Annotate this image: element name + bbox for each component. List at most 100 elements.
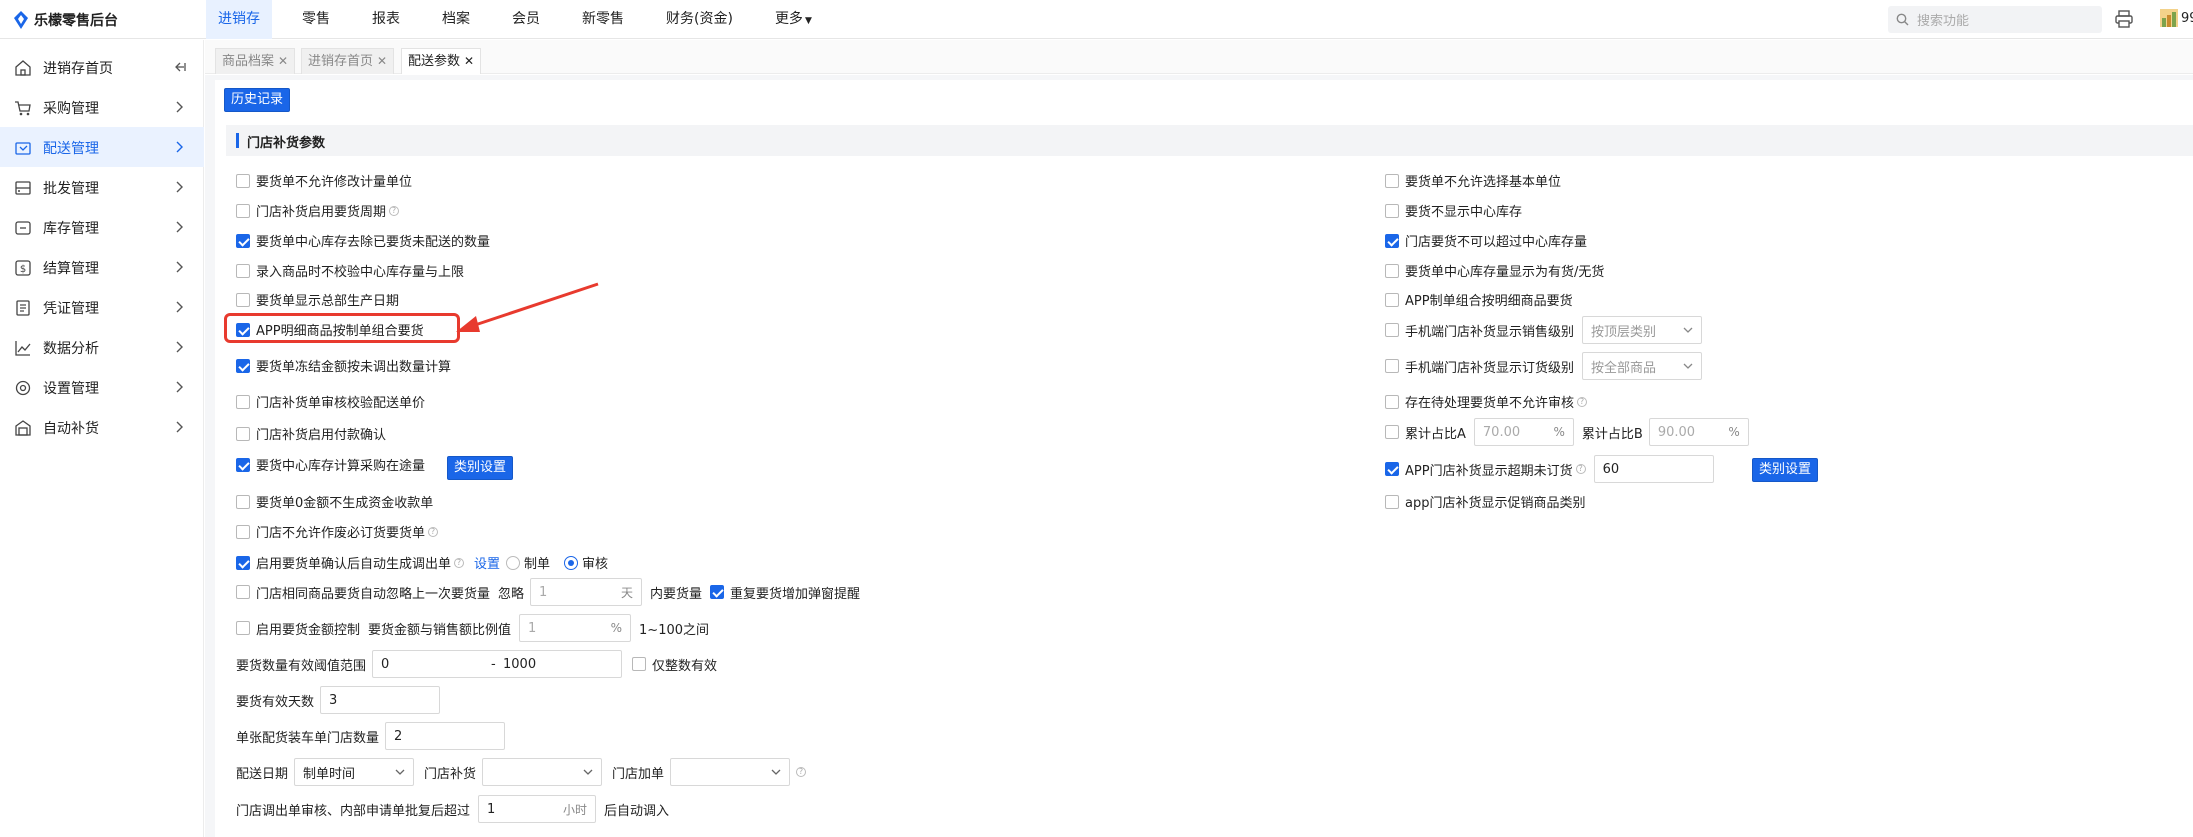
checkbox[interactable] (236, 457, 250, 472)
topnav-item-retail[interactable]: 零售 (290, 0, 342, 39)
sidebar-item-wholesale[interactable]: 批发管理 (0, 167, 204, 207)
option-r3[interactable]: 门店要货不可以超过中心库存量 (1385, 231, 1587, 250)
option-cb12[interactable]: 门店不允许作废必订货要货单? (236, 522, 439, 541)
checkbox-repeat-alert[interactable] (710, 585, 725, 599)
radio-draft[interactable] (506, 555, 521, 570)
checkbox[interactable] (236, 233, 250, 248)
sidebar-item-settings[interactable]: 设置管理 (0, 367, 204, 407)
help-icon[interactable]: ? (428, 526, 439, 537)
checkbox[interactable] (236, 426, 250, 441)
checkbox[interactable] (236, 263, 250, 278)
checkbox[interactable] (236, 585, 250, 599)
option-r10[interactable]: APP门店补货显示超期未订货? 60 (1385, 455, 1714, 483)
delivery-date-select[interactable]: 制单时间 (294, 758, 415, 786)
checkbox[interactable] (1385, 359, 1399, 373)
checkbox[interactable] (1385, 494, 1399, 509)
search-input[interactable]: 搜索功能 (1888, 6, 2102, 33)
topnav-item-member[interactable]: 会员 (500, 0, 552, 39)
user-menu[interactable]: 99 (2160, 9, 2193, 27)
option-cb8[interactable]: 门店补货单审核校验配送单价 (236, 392, 425, 411)
category-settings-button-right[interactable]: 类别设置 (1752, 458, 1819, 482)
checkbox[interactable] (1385, 203, 1399, 218)
sidebar-item-inventory-home[interactable]: 进销存首页 (0, 47, 204, 87)
option-r7[interactable]: 手机端门店补货显示订货级别 按全部商品 (1385, 352, 1703, 380)
app-logo[interactable]: 乐檬零售后台 (14, 10, 118, 30)
sidebar-item-analytics[interactable]: 数据分析 (0, 327, 204, 367)
sidebar-item-settlement[interactable]: $ 结算管理 (0, 247, 204, 287)
topnav-item-new-retail[interactable]: 新零售 (570, 0, 636, 39)
checkbox[interactable] (236, 524, 250, 539)
option-cb7[interactable]: 要货单冻结金额按未调出数量计算 (236, 356, 451, 375)
option-r11[interactable]: app门店补货显示促销商品类别 (1385, 492, 1585, 511)
sidebar-item-purchase[interactable]: 采购管理 (0, 87, 204, 127)
option-r2[interactable]: 要货不显示中心库存 (1385, 201, 1522, 220)
checkbox[interactable] (1385, 425, 1399, 439)
option-cb4[interactable]: 录入商品时不校验中心库存量与上限 (236, 261, 464, 280)
history-button[interactable]: 历史记录 (224, 88, 291, 112)
option-r1[interactable]: 要货单不允许选择基本单位 (1385, 171, 1561, 190)
help-icon[interactable]: ? (1575, 464, 1586, 474)
sidebar-item-voucher[interactable]: 凭证管理 (0, 287, 204, 327)
checkbox[interactable] (1385, 323, 1399, 337)
checkbox[interactable] (236, 555, 250, 570)
option-r6[interactable]: 手机端门店补货显示销售级别 按顶层类别 (1385, 316, 1703, 344)
topnav-item-reports[interactable]: 报表 (360, 0, 412, 39)
tab-product-archive[interactable]: 商品档案 ✕ (215, 48, 296, 74)
option-cb15[interactable]: 启用要货金额控制 要货金额与销售额比例值 1% 1~100之间 (236, 614, 709, 642)
ratio-input[interactable]: 1% (519, 614, 632, 642)
store-add-select[interactable] (670, 758, 791, 786)
printer-icon[interactable] (2114, 9, 2134, 29)
auto-transfer-hours-input[interactable]: 1 小时 (478, 795, 597, 823)
close-icon[interactable]: ✕ (464, 54, 474, 68)
stores-per-truck-input[interactable]: 2 (385, 722, 506, 750)
option-r5[interactable]: APP制单组合按明细商品要货 (1385, 290, 1573, 309)
help-icon[interactable]: ? (454, 557, 465, 568)
tab-inventory-home[interactable]: 进销存首页 ✕ (301, 48, 395, 74)
radio-approve[interactable] (564, 555, 579, 570)
close-icon[interactable]: ✕ (278, 54, 288, 68)
checkbox[interactable] (1385, 233, 1399, 248)
qty-range-input[interactable]: 0 - 1000 (372, 650, 623, 678)
order-level-select[interactable]: 按全部商品 (1582, 352, 1703, 380)
option-cb5[interactable]: 要货单显示总部生产日期 (236, 290, 399, 309)
checkbox[interactable] (236, 292, 250, 307)
category-settings-button[interactable]: 类别设置 (447, 456, 514, 480)
checkbox[interactable] (1385, 173, 1399, 188)
store-replenish-select[interactable] (482, 758, 603, 786)
option-cb13[interactable]: 启用要货单确认后自动生成调出单? 设置 制单 审核 (236, 553, 608, 572)
topnav-item-more[interactable]: 更多 ▼ (763, 0, 824, 39)
ratio-a-input[interactable]: 70.00% (1473, 418, 1574, 446)
help-icon[interactable]: ? (796, 767, 807, 777)
help-icon[interactable]: ? (1577, 396, 1588, 407)
option-cb3[interactable]: 要货单中心库存去除已要货未配送的数量 (236, 231, 490, 250)
topnav-item-inventory[interactable]: 进销存 (206, 0, 272, 39)
option-cb10[interactable]: 要货中心库存计算采购在途量 (236, 455, 425, 474)
collapse-sidebar-icon[interactable] (173, 60, 187, 74)
checkbox[interactable] (236, 358, 250, 373)
checkbox[interactable] (236, 173, 250, 188)
checkbox[interactable] (236, 621, 250, 635)
close-icon[interactable]: ✕ (377, 54, 387, 68)
checkbox[interactable] (236, 203, 250, 218)
checkbox[interactable] (1385, 263, 1399, 278)
option-r9[interactable]: 累计占比A 70.00% 累计占比B 90.00% (1385, 418, 1749, 446)
tab-delivery-params[interactable]: 配送参数 ✕ (401, 48, 482, 74)
checkbox-integer-only[interactable] (632, 657, 647, 671)
valid-days-input[interactable]: 3 (320, 686, 441, 714)
ignore-days-input[interactable]: 1天 (530, 578, 643, 606)
sales-level-select[interactable]: 按顶层类别 (1582, 316, 1703, 344)
settings-link[interactable]: 设置 (474, 553, 500, 572)
checkbox[interactable] (1385, 394, 1399, 409)
option-cb14[interactable]: 门店相同商品要货自动忽略上一次要货量 忽略 1天 内要货量 重复要货增加弹窗提醒 (236, 578, 860, 606)
checkbox[interactable] (1385, 292, 1399, 307)
topnav-item-archive[interactable]: 档案 (430, 0, 482, 39)
help-icon[interactable]: ? (389, 205, 400, 216)
overdue-days-input[interactable]: 60 (1593, 455, 1714, 483)
checkbox[interactable] (236, 494, 250, 509)
sidebar-item-stock[interactable]: 库存管理 (0, 207, 204, 247)
ratio-b-input[interactable]: 90.00% (1648, 418, 1749, 446)
sidebar-item-auto-replenish[interactable]: 自动补货 (0, 407, 204, 447)
sidebar-item-delivery[interactable]: 配送管理 (0, 127, 204, 167)
option-cb9[interactable]: 门店补货启用付款确认 (236, 424, 386, 443)
option-r8[interactable]: 存在待处理要货单不允许审核? (1385, 392, 1588, 411)
